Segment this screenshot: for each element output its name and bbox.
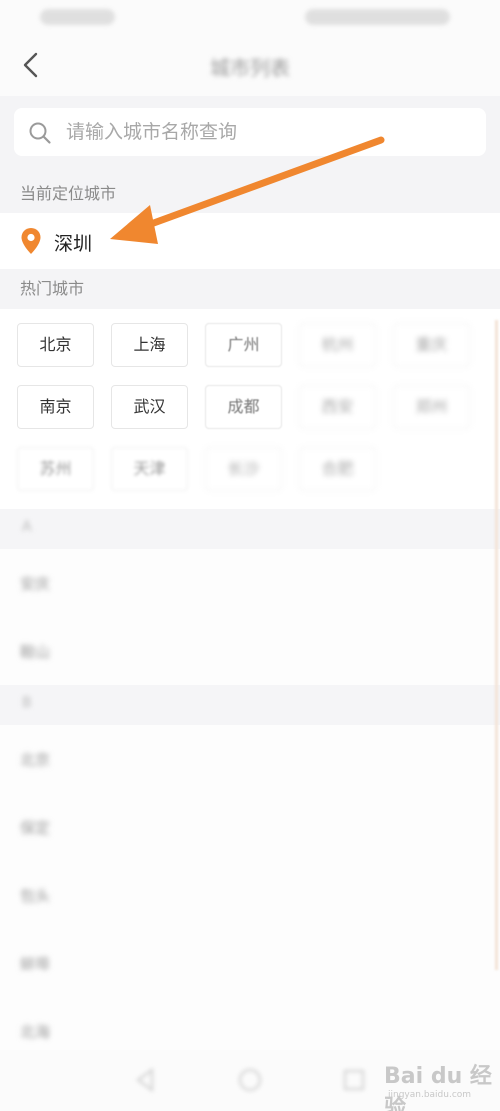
hot-city-button[interactable]: 北京 bbox=[17, 323, 94, 367]
hot-city-button[interactable]: 广州 bbox=[205, 323, 282, 367]
hot-city-button[interactable]: 天津 bbox=[111, 447, 188, 491]
city-list-item[interactable]: 安庆 bbox=[0, 549, 500, 617]
hot-city-button[interactable]: 杭州 bbox=[299, 323, 376, 367]
hot-city-button[interactable]: 苏州 bbox=[17, 447, 94, 491]
baidu-jingyan-watermark: Bai du 经验 bbox=[384, 1064, 492, 1111]
city-list-item-label: 鞍山 bbox=[20, 643, 51, 661]
hot-city-button[interactable]: 长沙 bbox=[205, 447, 282, 491]
status-left-info bbox=[40, 9, 115, 25]
current-city-row[interactable]: 深圳 bbox=[0, 213, 500, 269]
letter-header-a: A bbox=[0, 509, 500, 549]
hot-cities-grid: 北京 上海 广州 杭州 重庆 南京 武汉 成都 西安 郑州 苏州 天津 长沙 合… bbox=[0, 309, 500, 509]
hot-city-button[interactable]: 西安 bbox=[299, 385, 376, 429]
city-list-item[interactable]: 鞍山 bbox=[0, 617, 500, 685]
page-title: 城市列表 bbox=[210, 56, 290, 80]
hot-city-button[interactable]: 郑州 bbox=[393, 385, 470, 429]
nav-bar: 城市列表 bbox=[0, 34, 500, 96]
watermark-url: jingyan.baidu.com bbox=[388, 1090, 472, 1100]
index-sidebar[interactable] bbox=[495, 320, 498, 970]
section-header-hot: 热门城市 bbox=[0, 269, 500, 309]
city-list-item-label: 安庆 bbox=[20, 575, 51, 593]
city-list-item[interactable]: 北京 bbox=[0, 725, 500, 793]
city-list-item[interactable]: 保定 bbox=[0, 793, 500, 861]
city-list-item-label: 北京 bbox=[20, 751, 51, 769]
app-screen: 城市列表 当前定位城市 深圳 热门城市 北京 上海 广州 杭州 重庆 南京 武汉… bbox=[0, 0, 500, 1111]
city-list-item[interactable]: 包头 bbox=[0, 861, 500, 929]
status-bar bbox=[0, 0, 500, 34]
city-list-item-label: 保定 bbox=[20, 819, 51, 837]
section-header-current: 当前定位城市 bbox=[0, 174, 500, 214]
hot-city-button[interactable]: 成都 bbox=[205, 385, 282, 429]
city-list-item-label: 北海 bbox=[20, 1023, 51, 1041]
hot-city-button[interactable]: 上海 bbox=[111, 323, 188, 367]
search-input[interactable] bbox=[66, 114, 476, 150]
city-list-item-label: 蚌埠 bbox=[20, 955, 51, 973]
search-box[interactable] bbox=[14, 108, 486, 156]
city-list-item-label: 包头 bbox=[20, 887, 51, 905]
search-area bbox=[0, 96, 500, 174]
city-list-item[interactable]: 蚌埠 bbox=[0, 929, 500, 997]
recents-square-icon[interactable] bbox=[340, 1066, 368, 1094]
status-right-info bbox=[305, 9, 450, 25]
back-triangle-icon[interactable] bbox=[132, 1066, 160, 1094]
letter-label: B bbox=[22, 695, 32, 711]
letter-header-b: B bbox=[0, 685, 500, 725]
hot-city-button[interactable]: 武汉 bbox=[111, 385, 188, 429]
letter-label: A bbox=[22, 519, 32, 535]
hot-city-button[interactable]: 南京 bbox=[17, 385, 94, 429]
home-circle-icon[interactable] bbox=[236, 1066, 264, 1094]
current-city-label: 深圳 bbox=[54, 233, 93, 255]
search-icon bbox=[29, 122, 51, 144]
hot-city-button[interactable]: 重庆 bbox=[393, 323, 470, 367]
location-pin-icon bbox=[21, 228, 41, 254]
hot-city-button[interactable]: 合肥 bbox=[299, 447, 376, 491]
